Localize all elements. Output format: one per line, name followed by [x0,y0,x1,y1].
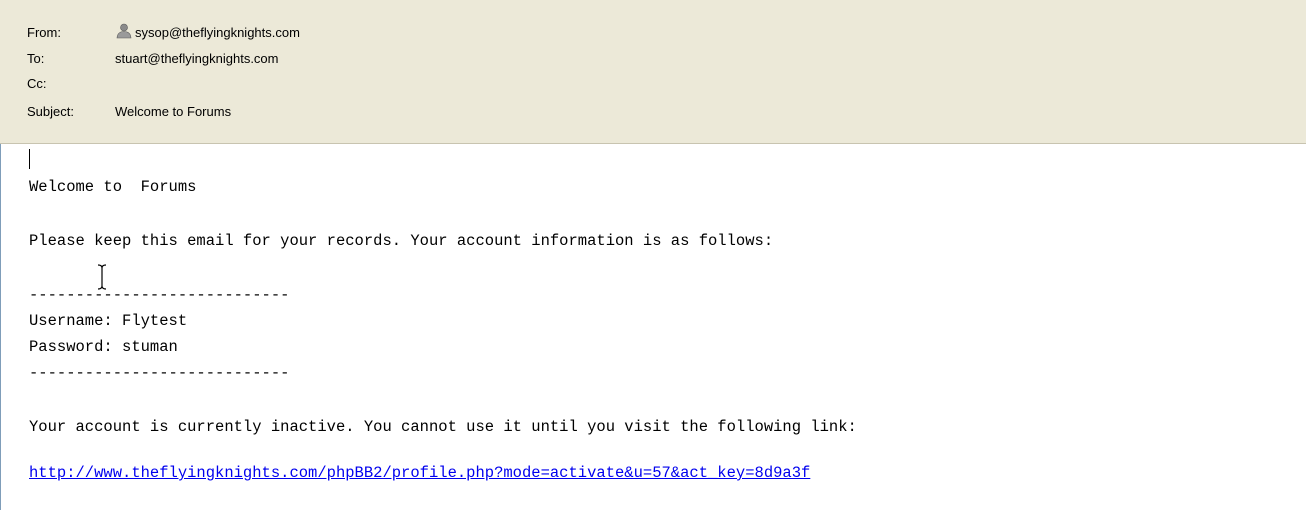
cc-row: Cc: [27,74,115,94]
separator-bottom: ---------------------------- [29,364,290,382]
separator-top: ---------------------------- [29,286,290,304]
to-row: To: stuart@theflyingknights.com [27,49,279,69]
activation-link-line: http://www.theflyingknights.com/phpBB2/p… [29,463,810,483]
subject-row: Subject: Welcome to Forums [27,102,231,122]
to-address[interactable]: stuart@theflyingknights.com [115,49,279,69]
cc-label: Cc: [27,76,47,91]
from-label: From: [27,25,61,40]
keep-records-line: Please keep this email for your records.… [29,232,774,250]
to-label: To: [27,51,45,66]
inactive-notice-line: Your account is currently inactive. You … [29,418,857,436]
from-value[interactable]: sysop@theflyingknights.com [115,23,300,43]
from-row: From: sysop@theflyingknights.com [27,23,300,43]
subject-value: Welcome to Forums [115,104,232,119]
message-header: From: sysop@theflyingknights.com To: stua… [0,0,1306,144]
contact-person-icon [116,23,132,39]
activation-link[interactable]: http://www.theflyingknights.com/phpBB2/p… [29,464,810,482]
username-line: Username: Flytest [29,312,188,330]
from-address: sysop@theflyingknights.com [135,25,300,40]
password-line: Password: stuman [29,338,178,356]
welcome-line: Welcome to Forums [29,178,197,196]
subject-label: Subject: [27,104,74,119]
ibeam-cursor-icon [97,264,107,290]
message-body-editor[interactable]: Welcome to Forums Please keep this email… [0,144,1306,510]
text-caret [29,149,30,169]
